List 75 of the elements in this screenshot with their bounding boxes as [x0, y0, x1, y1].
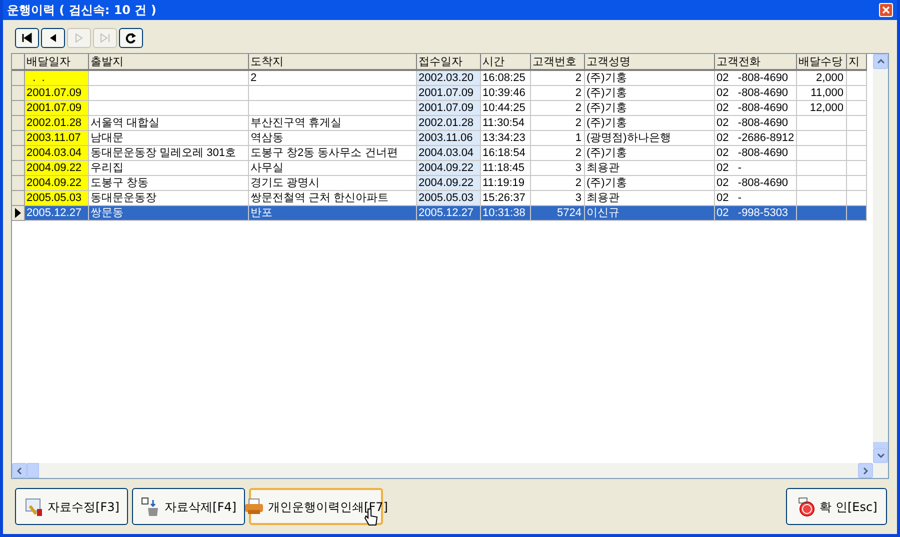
table-cell: 2004.09.22: [416, 160, 480, 176]
confirm-button[interactable]: 확 인[Esc]: [786, 488, 887, 525]
row-header: [12, 54, 24, 70]
scroll-left-button[interactable]: [12, 463, 27, 478]
table-cell: 2004.03.04: [24, 146, 88, 160]
table-cell: 2001.07.09: [416, 100, 480, 116]
tools-icon: [24, 496, 44, 516]
last-record-icon: [99, 32, 111, 44]
horizontal-scrollbar[interactable]: [12, 463, 888, 478]
scroll-down-button[interactable]: [873, 448, 888, 463]
scroll-thumb[interactable]: [873, 442, 888, 448]
column-header[interactable]: 배달일자: [24, 54, 88, 70]
close-button[interactable]: [879, 3, 893, 17]
table-cell: 5724: [530, 206, 584, 220]
first-record-icon: [21, 32, 33, 44]
scroll-up-button[interactable]: [873, 54, 888, 69]
table-cell: 2004.03.04: [416, 146, 480, 160]
table-row[interactable]: 2005.12.27 쌍문동 반포 2005.12.27 10:31:38 5724 이신규 02 -998-5303: [12, 206, 866, 220]
refresh-button[interactable]: [119, 28, 143, 48]
edit-button[interactable]: 자료수정[F3]: [15, 488, 128, 525]
table-cell: 10:31:38: [480, 206, 530, 220]
table-cell: 2002.03.20: [416, 70, 480, 86]
table-cell: 2004.09.22: [24, 160, 88, 176]
table-row[interactable]: 2003.11.07 남대문 역삼동 2003.11.06 13:34:23 1 (광명점)하나은행 02 -2686-8912: [12, 130, 866, 146]
table-cell: [846, 206, 866, 220]
table-cell: 2001.07.09: [24, 86, 88, 100]
column-header[interactable]: 시간: [480, 54, 530, 70]
close-icon: [882, 6, 890, 14]
table-cell: 2004.09.22: [416, 176, 480, 190]
table-cell: 이신규: [584, 206, 714, 220]
column-header[interactable]: 접수일자: [416, 54, 480, 70]
table-row[interactable]: 2004.09.22 우리집 사무실 2004.09.22 11:18:45 3 최용관 02 -: [12, 160, 866, 176]
table-cell: 2005.05.03: [24, 190, 88, 206]
column-header[interactable]: 지: [846, 54, 866, 70]
trash-icon: [140, 496, 161, 516]
column-header[interactable]: 고객성명: [584, 54, 714, 70]
table-cell: 2002.01.28: [416, 116, 480, 130]
table-row[interactable]: 2004.09.22 도봉구 창동 경기도 광명시 2004.09.22 11:19:19 2 (주)기홍 02 -808-4690: [12, 176, 866, 190]
vertical-scrollbar[interactable]: [873, 54, 888, 463]
table-row[interactable]: 2001.07.09 2001.07.09 10:39:46 2 (주)기홍 02 -808-4690 11,000: [12, 86, 866, 100]
table-cell: 2003.11.06: [416, 130, 480, 146]
refresh-icon: [125, 32, 137, 44]
table-cell: 2005.12.27: [24, 206, 88, 220]
table-cell: 쌍문동: [88, 206, 248, 220]
table-row[interactable]: 2005.05.03 동대문운동장 쌍문전철역 근처 한신아파트 2005.05.03 15:26:37 3 최용관 02 -: [12, 190, 866, 206]
table-cell: 2001.07.09: [24, 100, 88, 116]
current-row-icon: [15, 208, 21, 218]
column-header[interactable]: 배달수당: [796, 54, 846, 70]
table-cell: 2001.07.09: [416, 86, 480, 100]
table-row[interactable]: . . 2 2002.03.20 16:08:25 2 (주)기홍 02 -808-4690 2,000: [12, 70, 866, 86]
printer-icon: [244, 496, 264, 516]
stamp-icon: [796, 496, 816, 516]
column-header[interactable]: 출발지: [88, 54, 248, 70]
scroll-right-button[interactable]: [858, 463, 873, 478]
table-cell: 반포: [248, 206, 416, 220]
table-cell: 2004.09.22: [24, 176, 88, 190]
first-button[interactable]: [15, 28, 39, 48]
table-row[interactable]: 2002.01.28 서울역 대합실 부산진구역 휴게실 2002.01.28 11:30:54 2 (주)기홍 02 -808-4690: [12, 116, 866, 130]
scroll-thumb[interactable]: [27, 463, 39, 478]
column-header[interactable]: 고객번호: [530, 54, 584, 70]
column-header[interactable]: 고객전화: [714, 54, 796, 70]
next-record-icon: [73, 32, 85, 44]
table-cell: 2002.01.28: [24, 116, 88, 130]
table-cell: 2005.12.27: [416, 206, 480, 220]
table-cell: 02 -998-5303: [714, 206, 796, 220]
window-title: 운행이력 ( 검신속: 10 건 ): [7, 2, 156, 19]
table-cell: . .: [24, 70, 88, 86]
table-cell: [796, 206, 846, 220]
column-header[interactable]: 도착지: [248, 54, 416, 70]
table-row[interactable]: 2001.07.09 2001.07.09 10:44:25 2 (주)기홍 02 -808-4690 12,000: [12, 100, 866, 116]
delete-button[interactable]: 자료삭제[F4]: [132, 488, 245, 525]
table-cell: 2003.11.07: [24, 130, 88, 146]
prev-button[interactable]: [41, 28, 65, 48]
table-cell: 2005.05.03: [416, 190, 480, 206]
table-row[interactable]: 2004.03.04 동대문운동장 밀레오레 301호 도봉구 창2동 동사무소 건너편 2004.03.04 16:18:54 2 (주)기홍 02 -808-4690: [12, 146, 866, 160]
